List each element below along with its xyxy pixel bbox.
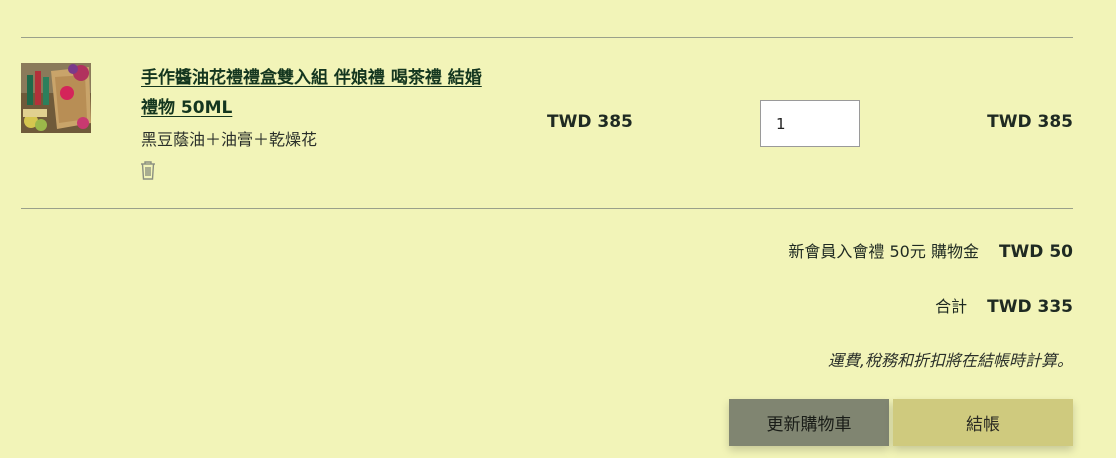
subtotal-label: 合計 [935, 297, 968, 316]
update-cart-button[interactable]: 更新購物車 [729, 399, 889, 446]
divider-bottom [21, 208, 1073, 209]
discount-row: 新會員入會禮 50元 購物金 TWD 50 [788, 238, 1073, 262]
subtotal-row: 合計 TWD 335 [935, 293, 1073, 317]
product-thumbnail[interactable] [21, 63, 91, 133]
product-variant: 黑豆蔭油＋油膏＋乾燥花 [141, 130, 318, 149]
quantity-input[interactable] [760, 100, 860, 147]
divider-top [21, 37, 1073, 38]
line-total: TWD 385 [987, 112, 1073, 132]
subtotal-amount: TWD 335 [987, 297, 1073, 317]
trash-icon[interactable] [138, 159, 158, 181]
cart-page: 手作醬油花禮禮盒雙入組 伴娘禮 喝茶禮 結婚禮物 50ML 黑豆蔭油＋油膏＋乾燥… [0, 0, 1116, 458]
checkout-button[interactable]: 結帳 [893, 399, 1073, 446]
unit-price: TWD 385 [547, 112, 633, 132]
discount-label: 新會員入會禮 50元 購物金 [788, 242, 979, 261]
shipping-tax-note: 運費,稅務和折扣將在結帳時計算。 [827, 351, 1073, 370]
product-title-link[interactable]: 手作醬油花禮禮盒雙入組 伴娘禮 喝茶禮 結婚禮物 50ML [141, 63, 491, 123]
discount-amount: TWD 50 [998, 242, 1073, 262]
